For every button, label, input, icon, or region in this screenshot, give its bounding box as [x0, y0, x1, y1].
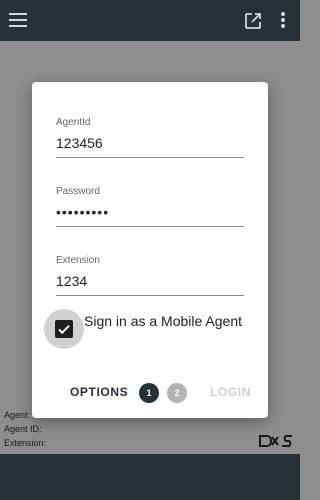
extension-input[interactable] — [56, 268, 244, 296]
agent-id-label: AgentId — [56, 117, 91, 128]
app-bar — [0, 0, 300, 41]
brand-logo — [258, 433, 296, 449]
mobile-agent-label[interactable]: Sign in as a Mobile Agent — [84, 311, 254, 331]
login-button[interactable]: LOGIN — [210, 385, 251, 399]
more-vert-icon[interactable] — [278, 12, 288, 30]
password-label: Password — [56, 186, 100, 197]
step-indicator-2[interactable]: 2 — [167, 383, 187, 403]
password-input[interactable]: ••••••••• — [56, 199, 244, 227]
extension-field: Extension — [56, 255, 244, 296]
agent-id-input[interactable] — [56, 130, 244, 158]
password-field: Password ••••••••• — [56, 186, 244, 227]
extension-label: Extension — [56, 255, 100, 266]
checkmark-icon — [58, 325, 70, 335]
open-in-new-icon[interactable] — [244, 12, 262, 30]
hamburger-menu-icon[interactable] — [9, 13, 29, 29]
step-indicator-1[interactable]: 1 — [139, 383, 159, 403]
mobile-agent-option: Sign in as a Mobile Agent — [44, 309, 254, 353]
options-button[interactable]: OPTIONS — [70, 385, 128, 399]
bottom-bar — [0, 454, 300, 500]
dialog-actions: OPTIONS 1 2 LOGIN — [32, 378, 268, 408]
agent-id-label: Agent ID: — [4, 424, 42, 434]
agent-id-field: AgentId — [56, 117, 244, 158]
extension-label: Extension: — [4, 438, 47, 448]
mobile-agent-checkbox[interactable] — [55, 320, 73, 338]
login-dialog: AgentId Password ••••••••• Extension Sig… — [32, 82, 268, 418]
